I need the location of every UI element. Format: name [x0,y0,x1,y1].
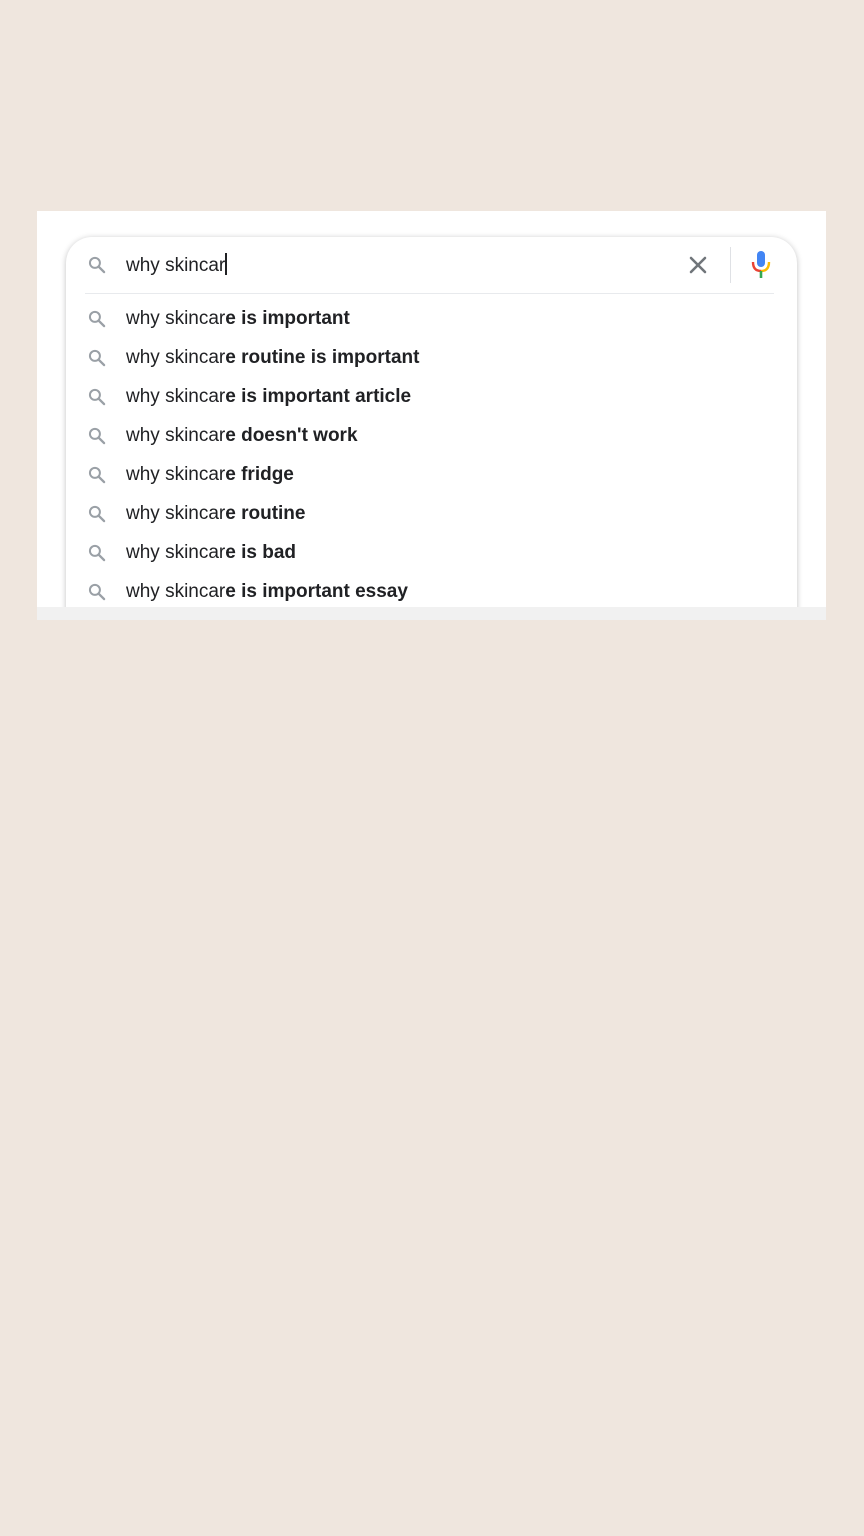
suggestion-prefix: why skincar [126,347,226,368]
suggestion-item[interactable]: why skincare is important [66,299,797,338]
search-icon [87,387,107,407]
suggestion-item[interactable]: why skincare routine is important [66,338,797,377]
search-card: why skincar why skincare is important wh… [37,211,826,620]
search-icon [87,348,107,368]
suggestion-item[interactable]: why skincare is important essay [66,572,797,611]
suggestion-list: why skincare is important why skincare r… [66,299,797,611]
suggestion-completion: e is important essay [225,581,408,602]
close-icon [689,256,707,274]
search-query-text: why skincar [126,255,226,276]
suggestion-completion: e routine [225,503,306,524]
text-caret [225,253,227,275]
suggestion-prefix: why skincar [126,581,226,602]
suggestion-text: why skincare is important essay [126,580,408,604]
suggestion-text: why skincare fridge [126,463,294,487]
suggestion-prefix: why skincar [126,308,226,329]
suggestion-text: why skincare is important [126,307,350,331]
suggestion-prefix: why skincar [126,503,226,524]
suggestion-completion: e is bad [225,542,296,563]
search-bar: why skincar [66,237,797,293]
card-footer [37,607,826,620]
voice-search-button[interactable] [748,249,774,281]
suggestion-prefix: why skincar [126,386,226,407]
toolbar-divider [730,247,731,283]
suggestion-item[interactable]: why skincare fridge [66,455,797,494]
suggestion-completion: e doesn't work [225,425,358,446]
search-icon [87,465,107,485]
suggestion-text: why skincare routine is important [126,346,420,370]
suggestion-completion: e is important article [225,386,412,407]
search-input[interactable]: why skincar [126,253,227,278]
search-icon [87,255,107,275]
suggestion-completion: e fridge [225,464,294,485]
clear-button[interactable] [684,251,712,279]
suggestion-item[interactable]: why skincare is bad [66,533,797,572]
suggestion-item[interactable]: why skincare is important article [66,377,797,416]
suggestion-text: why skincare doesn't work [126,424,358,448]
suggestion-prefix: why skincar [126,542,226,563]
microphone-icon [751,251,771,278]
search-icon [87,426,107,446]
suggestion-text: why skincare is bad [126,541,296,565]
search-box: why skincar why skincare is important wh… [66,237,797,620]
suggestion-prefix: why skincar [126,464,226,485]
suggestion-text: why skincare is important article [126,385,411,409]
suggestion-completion: e routine is important [225,347,420,368]
suggestion-completion: e is important [225,308,350,329]
suggestion-text: why skincare routine [126,502,305,526]
suggestion-item[interactable]: why skincare routine [66,494,797,533]
suggestions-divider [85,293,774,294]
search-icon [87,582,107,602]
suggestion-item[interactable]: why skincare doesn't work [66,416,797,455]
search-icon [87,309,107,329]
suggestion-prefix: why skincar [126,425,226,446]
search-icon [87,543,107,563]
search-icon [87,504,107,524]
